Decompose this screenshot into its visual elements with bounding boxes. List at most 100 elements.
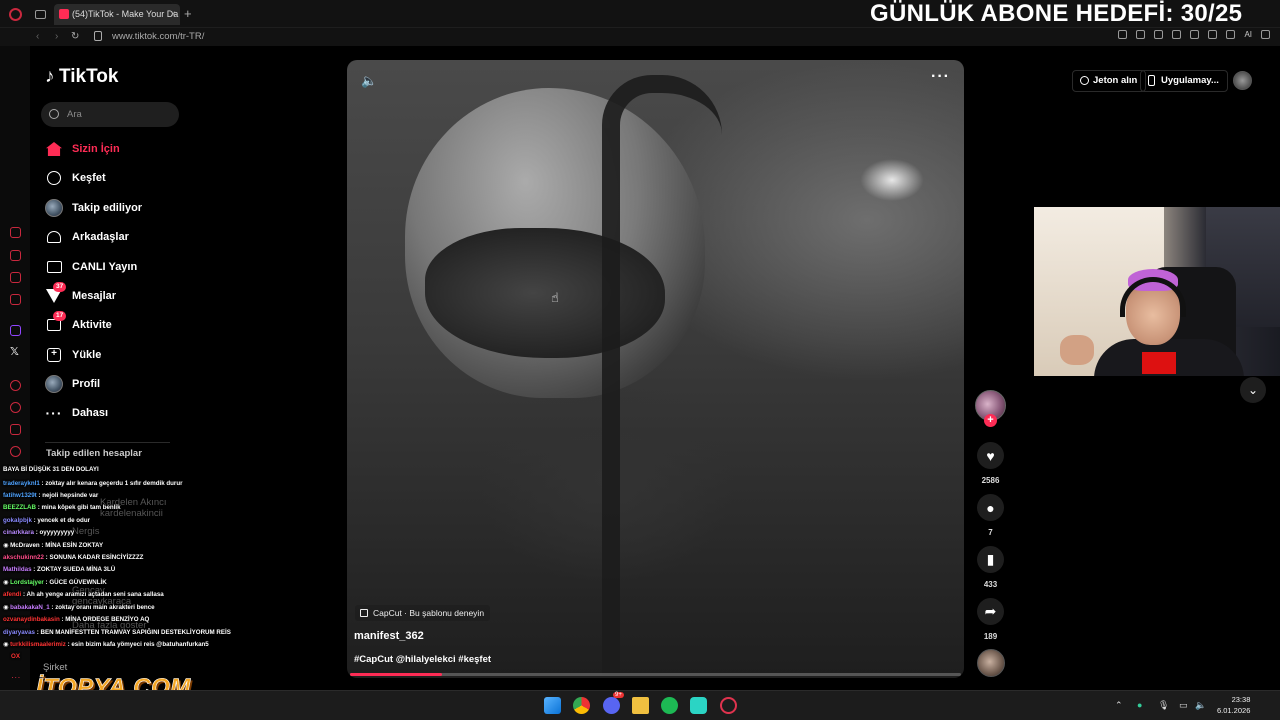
chat-message: yencek et de odur bbox=[37, 517, 91, 524]
chat-line: Mathildas : ZOKTAY SUEDA MİNA 3LÜ bbox=[3, 566, 116, 573]
profile-avatar-icon bbox=[45, 375, 63, 393]
chat-user: fatihw1329t bbox=[3, 492, 37, 499]
clock[interactable]: 23:38 6.01.2026 bbox=[1217, 694, 1250, 716]
tiktok-note-icon: ♪ bbox=[45, 66, 55, 87]
player-icon[interactable] bbox=[1190, 30, 1200, 39]
pin-icon[interactable] bbox=[1118, 30, 1128, 39]
nav-item-friends[interactable]: Arkadaşlar bbox=[45, 226, 129, 248]
lock-icon[interactable] bbox=[94, 31, 102, 41]
discord-badge: 9+ bbox=[613, 692, 624, 698]
tray-chevron-up-icon[interactable]: ⌃ bbox=[1115, 700, 1123, 711]
tray-app-icon[interactable]: ● bbox=[1137, 700, 1142, 710]
like-button[interactable]: ♥ bbox=[977, 442, 1004, 469]
player-sidebar-icon[interactable] bbox=[10, 380, 21, 391]
search-input[interactable] bbox=[67, 102, 167, 127]
comment-count: 7 bbox=[988, 528, 993, 537]
music-disc-icon[interactable] bbox=[977, 649, 1005, 677]
chat-message: zoktay alır kenara geçerdu 1 sıfır demdi… bbox=[45, 480, 183, 487]
forward-icon[interactable]: › bbox=[55, 31, 58, 42]
chat-line: diyaryavas : BEN MANİFESTTEN TRAMVAY SAP… bbox=[3, 629, 231, 636]
chat-line: traderayknl1 : zoktay alır kenara geçerd… bbox=[3, 480, 183, 487]
share-icon: ➦ bbox=[984, 603, 997, 619]
bookmark-icon: ▮ bbox=[986, 551, 995, 567]
opera-more-icon[interactable]: ··· bbox=[11, 672, 21, 683]
chat-user: McDraven bbox=[10, 542, 40, 549]
music-icon[interactable] bbox=[10, 294, 21, 305]
opera-logo-icon[interactable] bbox=[9, 8, 22, 21]
like-count: 2586 bbox=[981, 476, 1000, 485]
nav-item-following[interactable]: Takip ediliyor bbox=[45, 197, 142, 219]
tab-close-icon[interactable]: × bbox=[170, 4, 176, 25]
snapshot-icon[interactable] bbox=[1136, 30, 1146, 39]
network-icon[interactable]: ▭ bbox=[1179, 700, 1188, 711]
volume-tray-icon[interactable]: 🔈 bbox=[1195, 700, 1206, 711]
tiktok-logo[interactable]: ♪ TikTok bbox=[45, 66, 118, 88]
save-button[interactable]: ▮ bbox=[977, 546, 1004, 573]
new-tab-icon[interactable]: + bbox=[184, 6, 192, 21]
webcam-hand bbox=[1060, 335, 1094, 365]
phone-icon bbox=[1148, 75, 1155, 86]
user-avatar[interactable] bbox=[1233, 71, 1252, 90]
nav-item-upload[interactable]: + Yükle bbox=[45, 344, 101, 366]
chat-message: mina köpek gibi tam benlik bbox=[41, 504, 121, 511]
camera-icon[interactable] bbox=[1226, 30, 1236, 39]
nav-item-live[interactable]: CANLI Yayın bbox=[45, 256, 137, 278]
next-video-chevron-down-icon[interactable]: ⌄ bbox=[1240, 377, 1266, 403]
volume-icon[interactable]: 🔈 bbox=[361, 73, 377, 89]
menu-icon[interactable] bbox=[1261, 30, 1270, 39]
messenger-icon[interactable] bbox=[10, 272, 21, 283]
video-description[interactable]: #CapCut @hilalyelekci #keşfet bbox=[354, 654, 491, 665]
nav-item-more[interactable]: ··· Dahası bbox=[45, 402, 109, 424]
chat-user: turkkilismaalerimiz bbox=[10, 641, 66, 648]
video-author[interactable]: manifest_362 bbox=[354, 630, 424, 642]
get-app-button[interactable]: Uygulamay... bbox=[1140, 70, 1228, 92]
aria-ai-icon[interactable]: AI bbox=[1244, 30, 1252, 39]
translate-icon[interactable] bbox=[1172, 30, 1182, 39]
chat-user: afendi bbox=[3, 591, 22, 598]
file-explorer-icon[interactable] bbox=[632, 697, 649, 714]
tab-overview-icon[interactable] bbox=[35, 10, 46, 19]
x-twitter-icon[interactable]: 𝕏 bbox=[10, 345, 19, 358]
nav-item-for-you[interactable]: Sizin İçin bbox=[45, 138, 120, 160]
chat-user: BAYA Bİ DÜŞÜK 31 DEN DOLAYI bbox=[3, 466, 99, 473]
video-progress-track[interactable] bbox=[350, 673, 961, 676]
more-options-icon[interactable]: ··· bbox=[931, 68, 950, 86]
followed-account-name[interactable]: Nergis bbox=[72, 526, 99, 537]
follow-plus-icon[interactable]: + bbox=[984, 414, 997, 427]
comment-button[interactable]: ● bbox=[977, 494, 1004, 521]
more-icon: ··· bbox=[45, 405, 63, 421]
spotify-icon[interactable] bbox=[661, 697, 678, 714]
nav-item-profile[interactable]: Profil bbox=[45, 373, 100, 395]
nav-item-activity[interactable]: 17 Aktivite bbox=[45, 311, 112, 336]
heart-icon[interactable] bbox=[1208, 30, 1218, 39]
windows-start-icon[interactable] bbox=[544, 697, 561, 714]
video-player[interactable]: 🔈 ··· ☝ CapCut · Bu şablonu deneyin mani… bbox=[347, 60, 964, 678]
capcut-template-chip[interactable]: CapCut · Bu şablonu deneyin bbox=[355, 605, 491, 621]
workspaces-icon[interactable] bbox=[10, 250, 21, 261]
history-icon[interactable] bbox=[10, 227, 21, 238]
browser-tab[interactable]: (54)TikTok - Make Your Da × bbox=[54, 4, 180, 25]
nav-item-messages[interactable]: 37 Mesajlar bbox=[45, 282, 116, 307]
app-icon[interactable] bbox=[690, 697, 707, 714]
chat-user: gokalpbjk bbox=[3, 517, 32, 524]
share-button[interactable]: ➦ bbox=[977, 598, 1004, 625]
back-icon[interactable]: ‹ bbox=[36, 31, 39, 42]
discord-icon[interactable] bbox=[603, 697, 620, 714]
footer-company-link[interactable]: Şirket bbox=[43, 662, 67, 673]
get-coins-button[interactable]: Jeton alın bbox=[1072, 70, 1147, 92]
opera-taskbar-icon[interactable] bbox=[720, 697, 737, 714]
reload-icon[interactable]: ↻ bbox=[71, 31, 79, 42]
url-field[interactable]: www.tiktok.com/tr-TR/ bbox=[112, 31, 204, 42]
capcut-icon bbox=[360, 609, 368, 617]
chat-message: ZOKTAY SUEDA MİNA 3LÜ bbox=[37, 566, 116, 573]
nav-item-explore[interactable]: Keşfet bbox=[45, 167, 106, 189]
adblock-icon[interactable] bbox=[1154, 30, 1164, 39]
twitch-icon[interactable] bbox=[10, 325, 21, 336]
stream-goal-overlay: GÜNLÜK ABONE HEDEFİ: 30/25 bbox=[870, 0, 1243, 27]
settings-icon[interactable] bbox=[10, 446, 21, 457]
chrome-icon[interactable] bbox=[573, 697, 590, 714]
clock-icon[interactable] bbox=[10, 402, 21, 413]
screen: (54)TikTok - Make Your Da × + GÜNLÜK ABO… bbox=[0, 0, 1280, 720]
chat-icon[interactable] bbox=[10, 424, 21, 435]
tray-mic-icon[interactable]: 🎙 bbox=[1158, 700, 1169, 711]
